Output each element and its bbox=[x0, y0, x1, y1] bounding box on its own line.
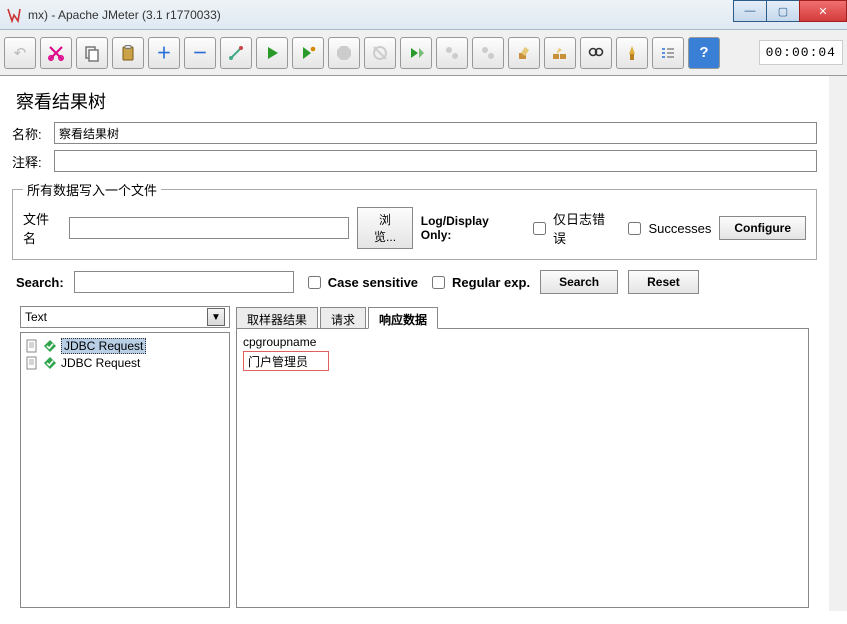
paste-button[interactable] bbox=[112, 37, 144, 69]
clear-button[interactable] bbox=[508, 37, 540, 69]
success-icon bbox=[43, 339, 57, 353]
log-display-label: Log/Display Only: bbox=[421, 214, 521, 242]
reset-button[interactable]: Reset bbox=[628, 270, 699, 294]
filename-label: 文件名 bbox=[23, 209, 61, 247]
search-input[interactable] bbox=[74, 271, 294, 293]
regex-checkbox[interactable]: Regular exp. bbox=[428, 273, 530, 292]
filename-input[interactable] bbox=[69, 217, 349, 239]
window-close-button[interactable]: ✕ bbox=[799, 0, 847, 22]
tree-item[interactable]: JDBC Request bbox=[23, 337, 227, 355]
search-label: Search: bbox=[16, 275, 64, 290]
document-icon bbox=[25, 339, 39, 353]
configure-button[interactable]: Configure bbox=[719, 216, 806, 240]
case-sensitive-checkbox[interactable]: Case sensitive bbox=[304, 273, 418, 292]
response-value: 门户管理员 bbox=[243, 351, 329, 371]
cut-button[interactable] bbox=[40, 37, 72, 69]
tab-request[interactable]: 请求 bbox=[320, 307, 366, 329]
browse-button[interactable]: 浏览... bbox=[357, 207, 412, 249]
stop-button[interactable] bbox=[328, 37, 360, 69]
tab-sampler-result[interactable]: 取样器结果 bbox=[236, 307, 318, 329]
regex-text: Regular exp. bbox=[452, 275, 530, 290]
successes-box[interactable] bbox=[628, 222, 641, 235]
elapsed-timer: 00:00:04 bbox=[759, 40, 843, 65]
tree-item-label: JDBC Request bbox=[61, 356, 140, 370]
clear-all-button[interactable] bbox=[544, 37, 576, 69]
name-label: 名称: bbox=[12, 124, 54, 143]
search-tree-button[interactable] bbox=[580, 37, 612, 69]
write-results-legend: 所有数据写入一个文件 bbox=[23, 180, 161, 199]
response-header: cpgroupname bbox=[243, 335, 802, 349]
window-minimize-button[interactable]: — bbox=[733, 0, 767, 22]
panel-title: 察看结果树 bbox=[16, 88, 817, 114]
tab-response-data[interactable]: 响应数据 bbox=[368, 307, 438, 329]
comment-input[interactable] bbox=[54, 150, 817, 172]
document-icon bbox=[25, 356, 39, 370]
search-button[interactable]: Search bbox=[540, 270, 618, 294]
only-errors-checkbox[interactable]: 仅日志错误 bbox=[529, 209, 616, 247]
results-tree[interactable]: JDBC Request JDBC Request bbox=[20, 332, 230, 608]
add-button[interactable]: ＋ bbox=[148, 37, 180, 69]
case-sensitive-box[interactable] bbox=[308, 276, 321, 289]
case-sensitive-text: Case sensitive bbox=[328, 275, 418, 290]
renderer-combo[interactable]: Text ▼ bbox=[20, 306, 230, 328]
successes-checkbox[interactable]: Successes bbox=[624, 219, 711, 238]
write-results-group: 所有数据写入一个文件 文件名 浏览... Log/Display Only: 仅… bbox=[12, 180, 817, 260]
toggle-button[interactable] bbox=[220, 37, 252, 69]
start-no-pause-button[interactable] bbox=[292, 37, 324, 69]
function-helper-button[interactable] bbox=[652, 37, 684, 69]
regex-box[interactable] bbox=[432, 276, 445, 289]
help-button[interactable]: ? bbox=[688, 37, 720, 69]
only-errors-box[interactable] bbox=[533, 222, 546, 235]
remote-start-button[interactable] bbox=[400, 37, 432, 69]
copy-button[interactable] bbox=[76, 37, 108, 69]
response-data-panel: cpgroupname 门户管理员 bbox=[236, 328, 809, 608]
successes-text: Successes bbox=[648, 221, 711, 236]
result-tabstrip: 取样器结果 请求 响应数据 bbox=[236, 306, 809, 328]
start-button[interactable] bbox=[256, 37, 288, 69]
window-title: mx) - Apache JMeter (3.1 r1770033) bbox=[28, 8, 221, 22]
name-input[interactable] bbox=[54, 122, 817, 144]
remote-stop-button[interactable] bbox=[436, 37, 468, 69]
reset-search-button[interactable] bbox=[616, 37, 648, 69]
window-maximize-button[interactable]: ▢ bbox=[766, 0, 800, 22]
only-errors-text: 仅日志错误 bbox=[553, 209, 616, 247]
shutdown-button[interactable] bbox=[364, 37, 396, 69]
remote-shutdown-button[interactable] bbox=[472, 37, 504, 69]
renderer-value: Text bbox=[25, 310, 47, 324]
chevron-down-icon[interactable]: ▼ bbox=[207, 308, 225, 326]
success-icon bbox=[43, 356, 57, 370]
window-titlebar: mx) - Apache JMeter (3.1 r1770033) — ▢ ✕ bbox=[0, 0, 847, 30]
tree-item[interactable]: JDBC Request bbox=[23, 355, 227, 371]
main-toolbar: ↶ ＋ － bbox=[0, 30, 847, 76]
tree-item-label: JDBC Request bbox=[61, 338, 146, 354]
undo-button[interactable]: ↶ bbox=[4, 37, 36, 69]
main-content: 察看结果树 名称: 注释: 所有数据写入一个文件 文件名 浏览... Log/D… bbox=[0, 76, 847, 611]
comment-label: 注释: bbox=[12, 152, 54, 171]
remove-button[interactable]: － bbox=[184, 37, 216, 69]
jmeter-app-icon bbox=[6, 7, 22, 23]
